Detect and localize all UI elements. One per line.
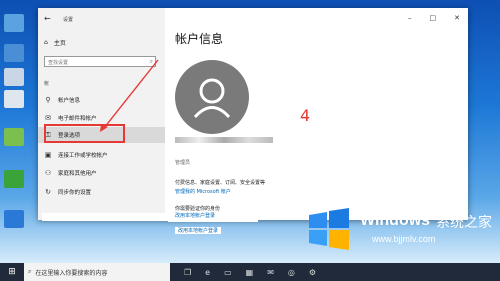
taskbar-search-placeholder: 在这里输入你要搜索的内容: [35, 269, 108, 277]
start-button[interactable]: ⊞: [0, 263, 24, 281]
step-number: 4: [300, 106, 311, 125]
store-icon[interactable]: ▦: [246, 268, 254, 277]
watermark-brand: Windows: [360, 212, 431, 229]
search-icon: ⌕: [28, 268, 32, 275]
windows-logo-icon: [309, 208, 349, 250]
mail-icon[interactable]: ✉: [267, 268, 274, 277]
watermark-url: www.bjjmlv.com: [372, 234, 436, 244]
file-explorer-icon[interactable]: ▭: [224, 268, 232, 277]
wechat-icon[interactable]: ◎: [288, 268, 295, 277]
taskbar-icons: ❐ e ▭ ▦ ✉ ◎ ⚙: [184, 268, 316, 277]
watermark-brand-cn: 系统之家: [436, 215, 492, 231]
taskbar-search[interactable]: ⌕ 在这里输入你要搜索的内容: [24, 263, 170, 281]
task-view-icon[interactable]: ❐: [184, 268, 191, 277]
taskbar: ⊞ ⌕ 在这里输入你要搜索的内容 ❐ e ▭ ▦ ✉ ◎ ⚙: [0, 263, 500, 281]
settings-icon[interactable]: ⚙: [309, 268, 316, 277]
edge-icon[interactable]: e: [205, 268, 210, 277]
